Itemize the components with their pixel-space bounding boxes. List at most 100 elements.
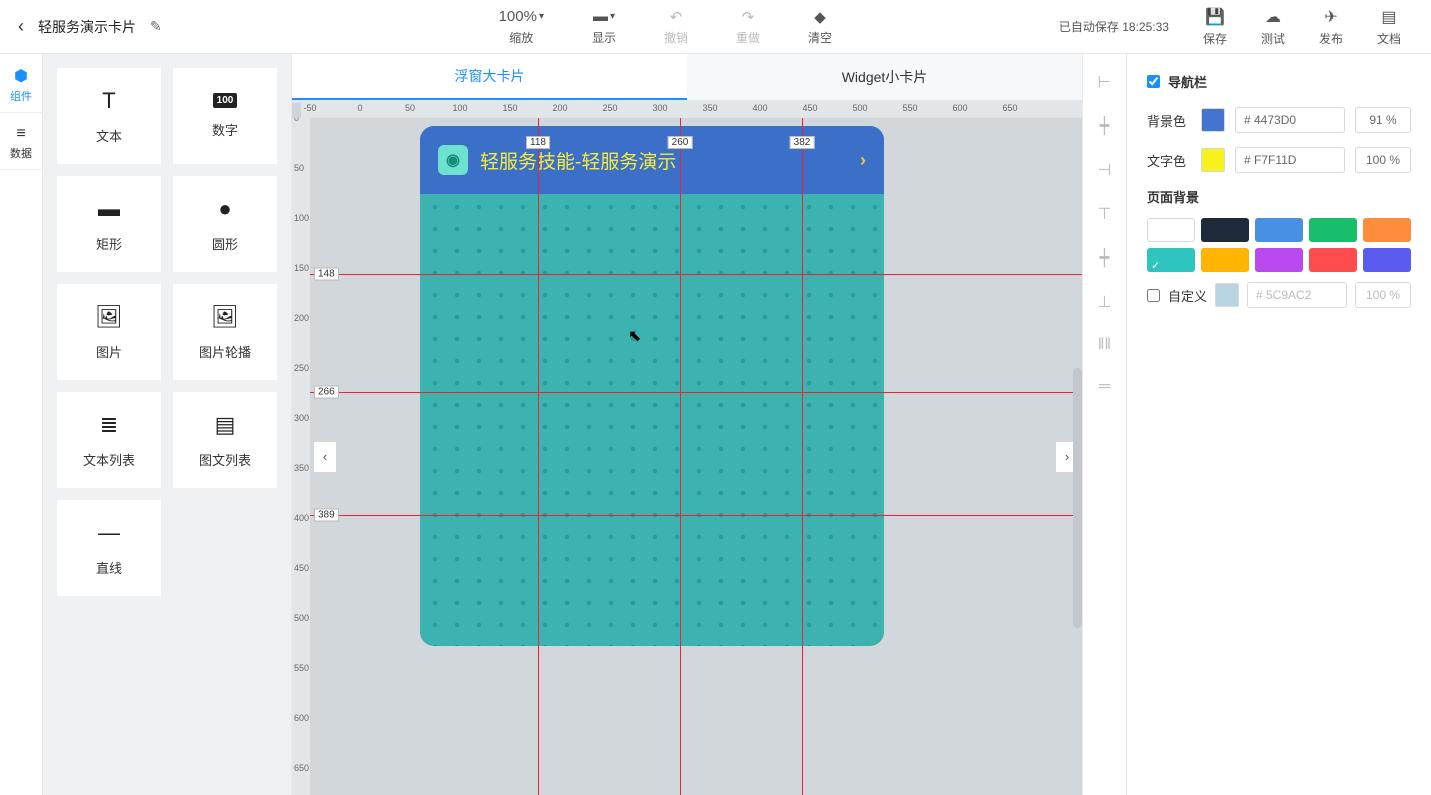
carousel-icon: 🖼 [211, 304, 239, 330]
bg-color-label: 背景色 [1147, 111, 1191, 130]
ruler-corner [292, 103, 301, 118]
card-logo-icon: ◉ [438, 145, 468, 175]
canvas-stage[interactable]: ◉ 轻服务技能-轻服务演示 › ⬉ 118260382148266389 [310, 118, 1082, 795]
zoom-value: 100% [499, 8, 537, 25]
page-bg-color-option[interactable] [1309, 248, 1357, 272]
card-title: 轻服务技能-轻服务演示 [480, 147, 848, 174]
align-toolbar: ⊢ ┿ ⊣ ⊤ ┿ ⊥ ‖‖ ═ [1083, 54, 1127, 795]
number-icon: 100 [213, 93, 238, 108]
page-bg-color-option[interactable] [1255, 248, 1303, 272]
undo-tool[interactable]: ↶ 撤销 [664, 8, 688, 46]
page-bg-color-option[interactable] [1255, 218, 1303, 242]
tab-widget-card[interactable]: Widget小卡片 [687, 54, 1082, 100]
palette-textlist[interactable]: ≣文本列表 [57, 392, 161, 488]
autosave-status: 已自动保存 18:25:33 [1059, 18, 1169, 35]
guide-vertical[interactable] [538, 118, 539, 795]
imglist-icon: ▤ [215, 412, 236, 438]
zoom-label: 缩放 [509, 29, 533, 46]
palette-line[interactable]: —直线 [57, 500, 161, 596]
publish-button[interactable]: ✈发布 [1319, 7, 1343, 47]
display-icon: ▬ [593, 8, 608, 25]
chevron-down-icon: ▾ [539, 11, 544, 22]
align-right-icon[interactable]: ⊣ [1098, 160, 1112, 180]
list-icon: ≣ [100, 412, 118, 438]
docs-button[interactable]: ▤文档 [1377, 7, 1401, 47]
document-title: 轻服务演示卡片 [38, 17, 136, 37]
zoom-tool[interactable]: 100%▾ 缩放 [499, 8, 544, 46]
navbar-label: 导航栏 [1168, 72, 1207, 91]
rail-components[interactable]: ⬢ 组件 [0, 54, 42, 113]
line-icon: — [98, 520, 120, 546]
display-tool[interactable]: ▬▾ 显示 [592, 8, 616, 46]
custom-color-checkbox[interactable] [1147, 289, 1160, 302]
redo-tool[interactable]: ↷ 重做 [736, 8, 760, 46]
palette-imgtextlist[interactable]: ▤图文列表 [173, 392, 277, 488]
palette-rect[interactable]: ▬矩形 [57, 176, 161, 272]
custom-color-input[interactable]: # 5C9AC2 [1247, 282, 1347, 308]
back-button[interactable]: ‹ [18, 16, 24, 37]
guide-horizontal[interactable] [310, 515, 1082, 516]
page-bg-color-option[interactable] [1201, 248, 1249, 272]
save-button[interactable]: 💾保存 [1203, 7, 1227, 47]
text-color-input[interactable]: # F7F11D [1235, 147, 1345, 173]
ruler-horizontal[interactable]: -500501001502002503003504004505005506006… [292, 100, 1082, 118]
text-opacity-input[interactable]: 100 % [1355, 147, 1411, 173]
page-bg-color-option[interactable] [1309, 218, 1357, 242]
rail-data[interactable]: ≡ 数据 [0, 113, 42, 170]
cube-icon: ⬢ [14, 66, 28, 86]
distribute-v-icon[interactable]: ═ [1099, 378, 1110, 396]
undo-icon: ↶ [670, 8, 683, 26]
circle-icon: ● [218, 196, 231, 222]
page-bg-color-option[interactable] [1363, 248, 1411, 272]
custom-opacity-input[interactable]: 100 % [1355, 282, 1411, 308]
stage-prev-button[interactable]: ‹ [314, 442, 336, 472]
chevron-right-icon[interactable]: › [860, 150, 866, 171]
bg-color-input[interactable]: # 4473D0 [1235, 107, 1345, 133]
palette-carousel[interactable]: 🖼图片轮播 [173, 284, 277, 380]
guide-horizontal[interactable] [310, 392, 1082, 393]
page-bg-color-option[interactable] [1147, 218, 1195, 242]
test-button[interactable]: ☁测试 [1261, 7, 1285, 47]
send-icon: ✈ [1324, 7, 1337, 27]
text-color-swatch[interactable] [1201, 148, 1225, 172]
clear-tool[interactable]: ◆ 清空 [808, 8, 832, 46]
custom-color-label: 自定义 [1168, 286, 1207, 305]
page-bg-color-grid [1147, 218, 1411, 272]
page-bg-color-option[interactable] [1147, 248, 1195, 272]
bg-opacity-input[interactable]: 91 % [1355, 107, 1411, 133]
bg-color-swatch[interactable] [1201, 108, 1225, 132]
rect-icon: ▬ [98, 196, 120, 222]
custom-color-swatch[interactable] [1215, 283, 1239, 307]
guide-vertical[interactable] [802, 118, 803, 795]
page-bg-title: 页面背景 [1147, 187, 1411, 206]
card-preview[interactable]: ◉ 轻服务技能-轻服务演示 › [420, 126, 884, 646]
tab-float-card[interactable]: 浮窗大卡片 [292, 54, 687, 100]
cloud-icon: ☁ [1265, 7, 1281, 27]
scrollbar-vertical[interactable] [1073, 368, 1082, 628]
align-bottom-icon[interactable]: ⊥ [1098, 292, 1112, 312]
navbar-checkbox[interactable] [1147, 75, 1160, 88]
inspector-panel: 导航栏 背景色 # 4473D0 91 % 文字色 # F7F11D 100 %… [1127, 54, 1431, 795]
edit-title-icon[interactable]: ✎ [150, 18, 162, 35]
distribute-h-icon[interactable]: ‖‖ [1098, 336, 1111, 354]
guide-vertical[interactable] [680, 118, 681, 795]
text-color-label: 文字色 [1147, 151, 1191, 170]
palette-number[interactable]: 100数字 [173, 68, 277, 164]
page-bg-color-option[interactable] [1363, 218, 1411, 242]
align-top-icon[interactable]: ⊤ [1098, 204, 1112, 224]
text-icon: T [102, 88, 115, 114]
palette-circle[interactable]: ●圆形 [173, 176, 277, 272]
align-left-icon[interactable]: ⊢ [1098, 72, 1112, 92]
chevron-down-icon: ▾ [610, 11, 615, 22]
image-icon: 🖼 [95, 304, 123, 330]
page-bg-color-option[interactable] [1201, 218, 1249, 242]
ruler-vertical[interactable]: 050100150200250300350400450500550600650 [292, 118, 310, 795]
palette-text[interactable]: T文本 [57, 68, 161, 164]
redo-icon: ↷ [742, 8, 755, 26]
card-header: ◉ 轻服务技能-轻服务演示 › [420, 126, 884, 194]
guide-horizontal[interactable] [310, 274, 1082, 275]
align-center-h-icon[interactable]: ┿ [1100, 116, 1110, 136]
align-center-v-icon[interactable]: ┿ [1100, 248, 1110, 268]
palette-image[interactable]: 🖼图片 [57, 284, 161, 380]
doc-icon: ▤ [1381, 7, 1396, 27]
